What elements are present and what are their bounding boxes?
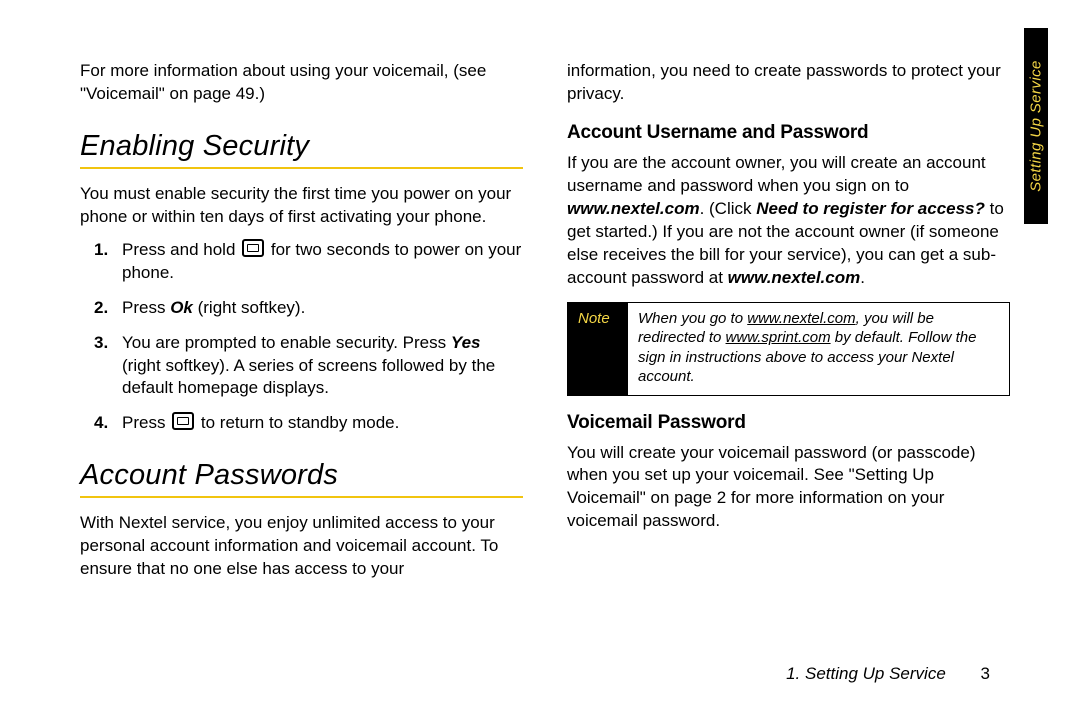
subheading-username-password: Account Username and Password — [567, 122, 1010, 144]
heading-rule-2 — [80, 496, 523, 498]
step-4-text-b: to return to standby mode. — [196, 413, 399, 432]
footer-page-number: 3 — [981, 664, 990, 683]
step-2-text-b: (right softkey). — [193, 298, 305, 317]
page-footer: 1. Setting Up Service 3 — [786, 664, 990, 684]
up-text-b: . (Click — [700, 199, 757, 218]
subheading-voicemail-password: Voicemail Password — [567, 412, 1010, 434]
step-3-text-a: You are prompted to enable security. Pre… — [122, 333, 451, 352]
step-4-text-a: Press — [122, 413, 170, 432]
username-password-paragraph: If you are the account owner, you will c… — [567, 152, 1010, 290]
step-2-text-a: Press — [122, 298, 170, 317]
heading-account-passwords: Account Passwords — [80, 459, 523, 492]
ok-softkey: Ok — [170, 298, 193, 317]
power-key-icon — [242, 239, 264, 257]
step-4: Press to return to standby mode. — [80, 412, 523, 435]
heading-rule — [80, 167, 523, 169]
need-register-link: Need to register for access? — [756, 199, 985, 218]
security-paragraph: You must enable security the first time … — [80, 183, 523, 229]
step-2: Press Ok (right softkey). — [80, 297, 523, 320]
step-3: You are prompted to enable security. Pre… — [80, 332, 523, 401]
voicemail-password-paragraph: You will create your voicemail password … — [567, 442, 1010, 534]
nextel-url-1: www.nextel.com — [567, 199, 700, 218]
note-label: Note — [568, 303, 628, 395]
side-tab-label: Setting Up Service — [1028, 60, 1045, 191]
heading-enabling-security: Enabling Security — [80, 130, 523, 163]
note-url-1: www.nextel.com — [747, 310, 855, 327]
yes-softkey: Yes — [451, 333, 481, 352]
end-key-icon — [172, 412, 194, 430]
up-text-a: If you are the account owner, you will c… — [567, 153, 986, 195]
note-url-2: www.sprint.com — [726, 329, 831, 346]
step-1-text-a: Press and hold — [122, 240, 240, 259]
nextel-url-2: www.nextel.com — [728, 268, 861, 287]
security-steps: Press and hold for two seconds to power … — [80, 239, 523, 436]
note-box: Note When you go to www.nextel.com, you … — [567, 302, 1010, 396]
account-passwords-paragraph: With Nextel service, you enjoy unlimited… — [80, 512, 523, 581]
note-text-a: When you go to — [638, 310, 747, 327]
intro-paragraph: For more information about using your vo… — [80, 60, 523, 106]
up-text-d: . — [860, 268, 865, 287]
step-3-text-b: (right softkey). A series of screens fol… — [122, 356, 495, 398]
lead-right-paragraph: information, you need to create password… — [567, 60, 1010, 106]
note-body: When you go to www.nextel.com, you will … — [628, 303, 1009, 395]
step-1: Press and hold for two seconds to power … — [80, 239, 523, 285]
side-tab: Setting Up Service — [1024, 28, 1048, 224]
footer-chapter: 1. Setting Up Service — [786, 664, 946, 683]
